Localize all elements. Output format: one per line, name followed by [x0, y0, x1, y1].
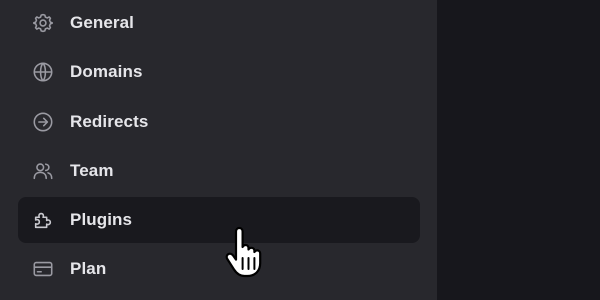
sidebar-item-label: Plugins	[70, 210, 133, 229]
hand-pointer-cursor-icon	[222, 225, 274, 279]
sidebar-item-general[interactable]: General	[18, 0, 420, 46]
sidebar-item-label: Team	[70, 161, 114, 180]
sidebar-item-plugins[interactable]: Plugins	[18, 197, 420, 243]
gear-icon	[31, 11, 55, 35]
settings-screen: General Domains Redirects Team Plugins P…	[0, 0, 600, 300]
sidebar-item-plan[interactable]: Plan	[18, 246, 420, 292]
sidebar-item-redirects[interactable]: Redirects	[18, 99, 420, 145]
users-icon	[31, 159, 55, 183]
credit-card-icon	[31, 257, 55, 281]
content-area	[437, 0, 600, 300]
globe-icon	[31, 60, 55, 84]
sidebar-item-label: General	[70, 13, 135, 32]
sidebar-item-label: Redirects	[70, 112, 149, 131]
sidebar-item-label: Domains	[70, 62, 143, 81]
sidebar-item-label: Plan	[70, 259, 107, 278]
sidebar-item-domains[interactable]: Domains	[18, 49, 420, 95]
puzzle-icon	[31, 208, 55, 232]
settings-sidebar: General Domains Redirects Team Plugins P…	[0, 0, 437, 300]
arrow-right-circle-icon	[31, 110, 55, 134]
sidebar-item-team[interactable]: Team	[18, 148, 420, 194]
